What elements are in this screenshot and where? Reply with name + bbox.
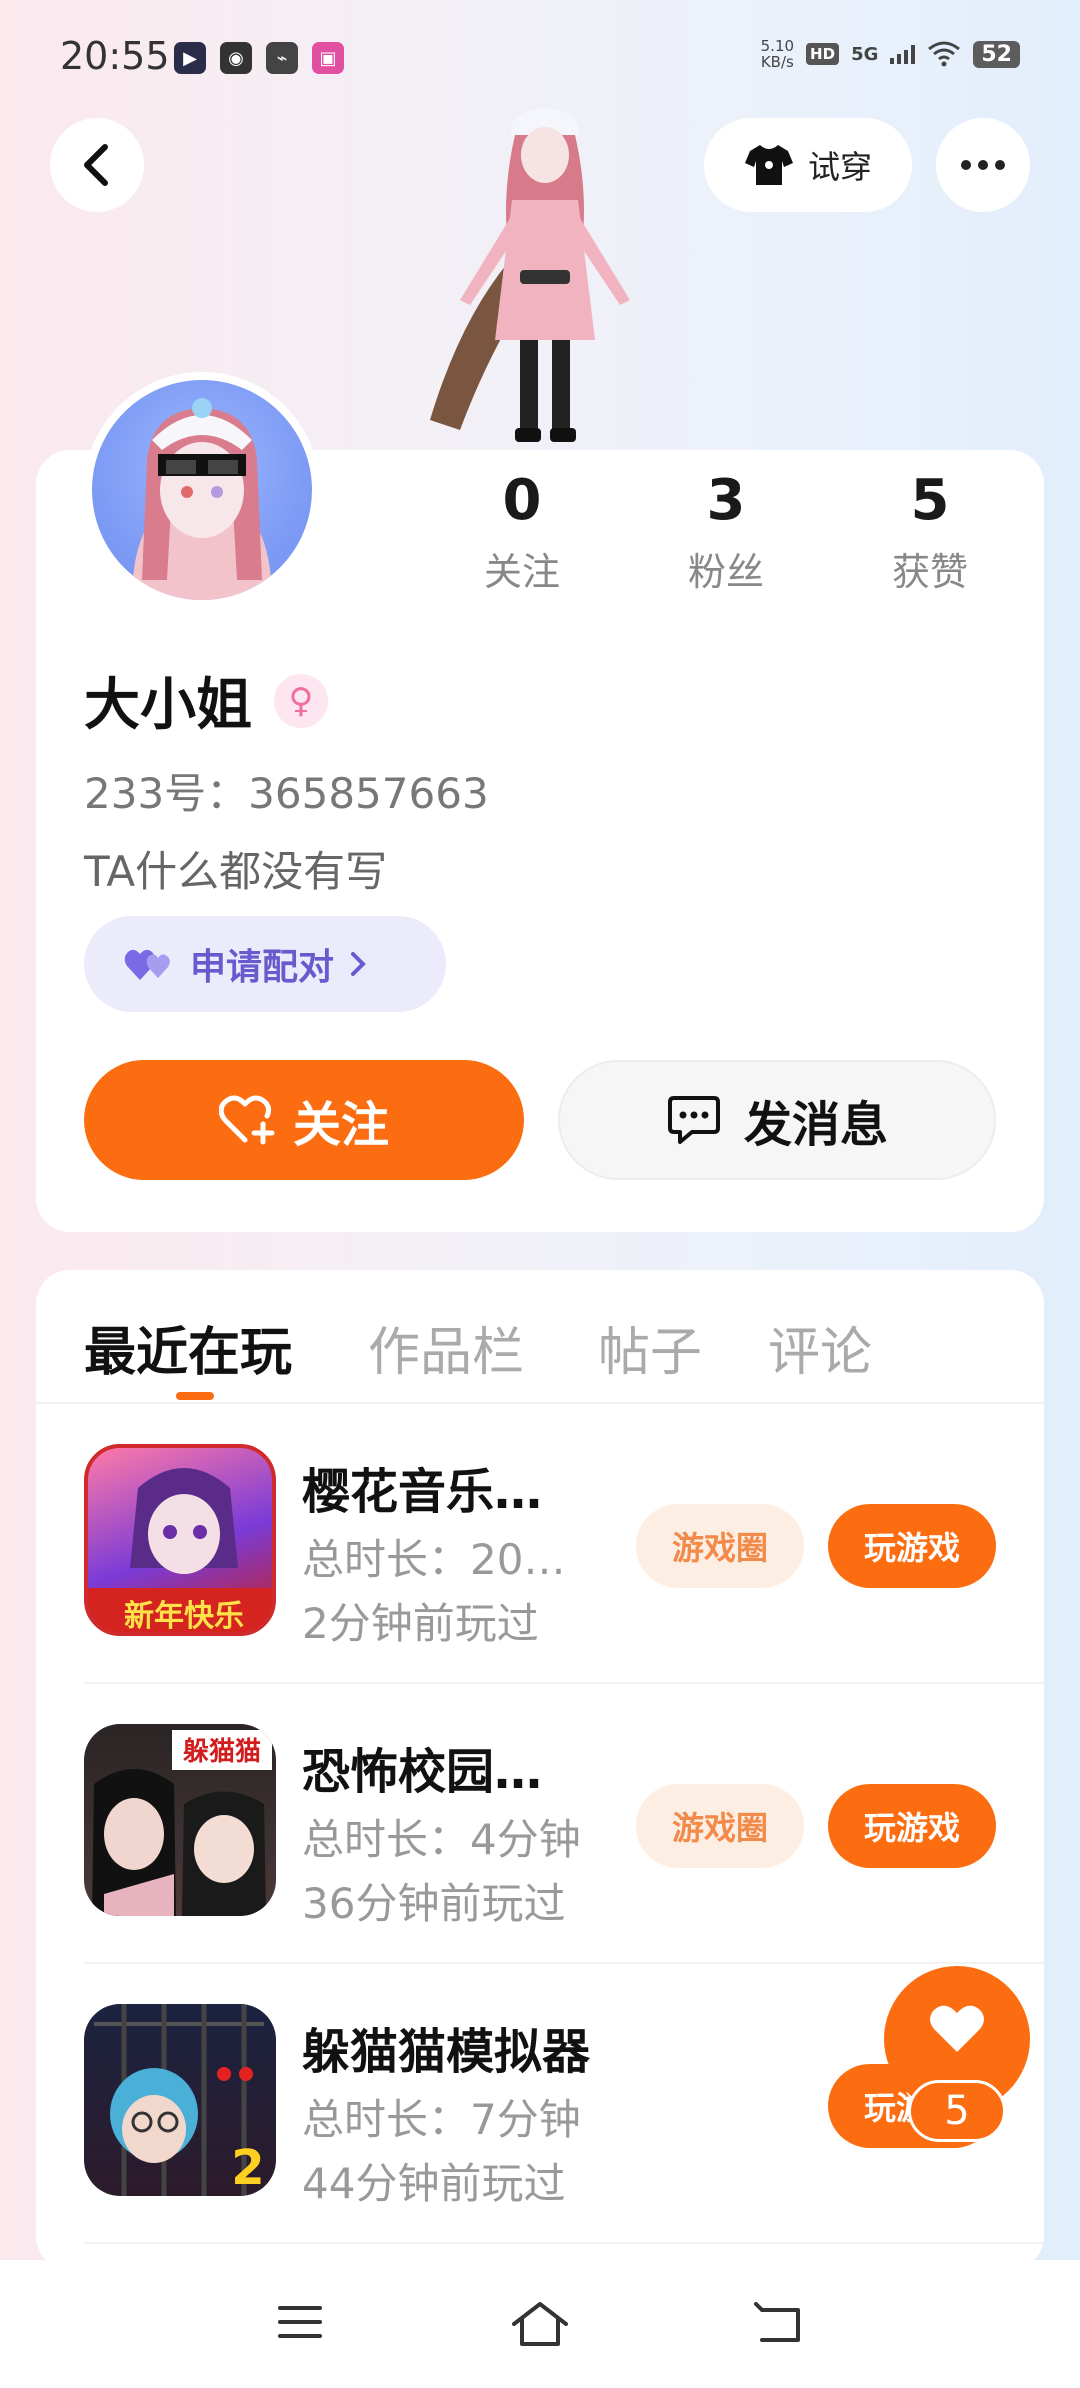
wifi-icon — [928, 41, 961, 67]
system-nav-bar — [0, 2260, 1080, 2388]
heart-plus-icon — [218, 1095, 275, 1145]
content-tabs: 最近在玩 作品栏 帖子 评论 — [36, 1270, 1044, 1404]
game-circle-button[interactable]: 游戏圈 — [636, 1504, 804, 1588]
stat-likes[interactable]: 5 获赞 — [860, 468, 1000, 596]
game-last-played: 44分钟前玩过 — [302, 2159, 566, 2208]
game-last-played: 2分钟前玩过 — [302, 1599, 539, 1648]
name-row: 大小姐 ♀ — [84, 660, 328, 741]
follow-label: 关注 — [292, 1097, 389, 1153]
game-duration: 总时长：7分钟 — [302, 2095, 581, 2144]
game-row[interactable]: 新年快乐 樱花音乐… 总时长：20… 2分钟前玩过 游戏圈 玩游戏 — [84, 1404, 1044, 1684]
match-label: 申请配对 — [190, 947, 335, 988]
user-id: 233号：365857663 — [84, 769, 489, 818]
more-dot — [995, 160, 1005, 170]
likes-label: 获赞 — [891, 550, 968, 594]
game-title: 樱花音乐… — [302, 1464, 543, 1520]
hd-badge: HD — [806, 43, 840, 65]
match-button[interactable]: 申请配对 — [84, 916, 446, 1012]
back-nav-icon[interactable] — [754, 2300, 804, 2346]
game-circle-button[interactable]: 游戏圈 — [636, 1784, 804, 1868]
more-dot — [961, 160, 971, 170]
leaf-app-icon: ⌁ — [266, 42, 298, 74]
more-dot — [978, 160, 988, 170]
game-row[interactable]: 躲猫猫 恐怖校园… 总时长：4分钟 36分钟前玩过 游戏圈 玩游戏 — [84, 1684, 1044, 1964]
user-name: 大小姐 — [84, 673, 252, 738]
battery-indicator: 52 — [973, 40, 1020, 68]
send-message-button[interactable]: 发消息 — [558, 1060, 996, 1180]
game-app-icon: ▣ — [312, 42, 344, 74]
double-heart-icon — [124, 949, 170, 980]
cat-app-icon: ◉ — [220, 42, 252, 74]
more-button[interactable] — [936, 118, 1030, 212]
active-tab-indicator — [176, 1392, 214, 1400]
user-bio: TA什么都没有写 — [84, 847, 388, 896]
follow-button[interactable]: 关注 — [84, 1060, 524, 1180]
game-last-played: 36分钟前玩过 — [302, 1879, 566, 1928]
notification-icons: ▶ ◉ ⌁ ▣ — [174, 42, 344, 74]
game-icon-text: 躲猫猫 — [183, 1737, 261, 1767]
game-icon[interactable]: 躲猫猫 — [84, 1724, 276, 1916]
stat-following[interactable]: 0 关注 — [452, 468, 592, 596]
home-icon[interactable] — [510, 2300, 570, 2348]
likes-count: 5 — [910, 468, 950, 533]
game-artwork: 2 — [94, 2004, 265, 2196]
game-icon-text: 2 — [231, 2140, 264, 2196]
chat-bubble-icon — [667, 1096, 720, 1144]
following-label: 关注 — [483, 550, 560, 594]
game-duration: 总时长：4分钟 — [302, 1815, 581, 1864]
status-indicators: 5.10 KB/s HD 5G 52 — [761, 38, 1020, 70]
chevron-right-icon — [351, 952, 366, 976]
fans-count: 3 — [706, 468, 746, 533]
try-on-button[interactable]: 试穿 — [704, 118, 912, 212]
send-message-label: 发消息 — [743, 1097, 888, 1153]
game-artwork: 新年快乐 — [88, 1468, 272, 1634]
tab-works[interactable]: 作品栏 — [368, 1310, 524, 1385]
stat-fans[interactable]: 3 粉丝 — [656, 468, 796, 596]
chevron-left-icon — [84, 144, 108, 186]
female-icon: ♀ — [274, 673, 328, 728]
menu-icon[interactable] — [276, 2300, 324, 2344]
back-button[interactable] — [50, 118, 144, 212]
content-card: 最近在玩 作品栏 帖子 评论 新年快乐 樱花音乐… 总时长：20… 2分钟前玩过… — [36, 1270, 1044, 2270]
play-app-icon: ▶ — [174, 42, 206, 74]
tab-recently-played[interactable]: 最近在玩 — [84, 1310, 292, 1385]
tab-comments[interactable]: 评论 — [768, 1310, 872, 1385]
network-type: 5G — [851, 43, 879, 65]
avatar-illustration — [132, 398, 272, 600]
play-game-button[interactable]: 玩游戏 — [828, 1784, 996, 1868]
game-icon[interactable]: 新年快乐 — [84, 1444, 276, 1636]
game-icon[interactable]: 2 — [84, 2004, 276, 2196]
following-count: 0 — [502, 468, 542, 533]
tshirt-icon — [744, 145, 793, 185]
game-duration: 总时长：20… — [302, 1535, 566, 1584]
game-title: 恐怖校园… — [302, 1744, 543, 1800]
character-3d-figure — [430, 108, 630, 442]
avatar[interactable] — [84, 372, 320, 608]
try-on-label: 试穿 — [807, 148, 872, 186]
tab-posts[interactable]: 帖子 — [598, 1310, 702, 1385]
game-artwork: 躲猫猫 — [92, 1730, 272, 1916]
heart-icon — [930, 2005, 984, 2052]
net-speed: 5.10 KB/s — [760, 37, 795, 71]
game-icon-text: 新年快乐 — [124, 1599, 244, 1634]
play-game-button[interactable]: 玩游戏 — [828, 1504, 996, 1588]
status-time: 20:55 — [60, 34, 170, 78]
game-title: 躲猫猫模拟器 — [302, 2024, 591, 2080]
signal-icon — [890, 44, 916, 64]
like-count-badge: 5 — [908, 2080, 1006, 2142]
fans-label: 粉丝 — [687, 550, 764, 594]
